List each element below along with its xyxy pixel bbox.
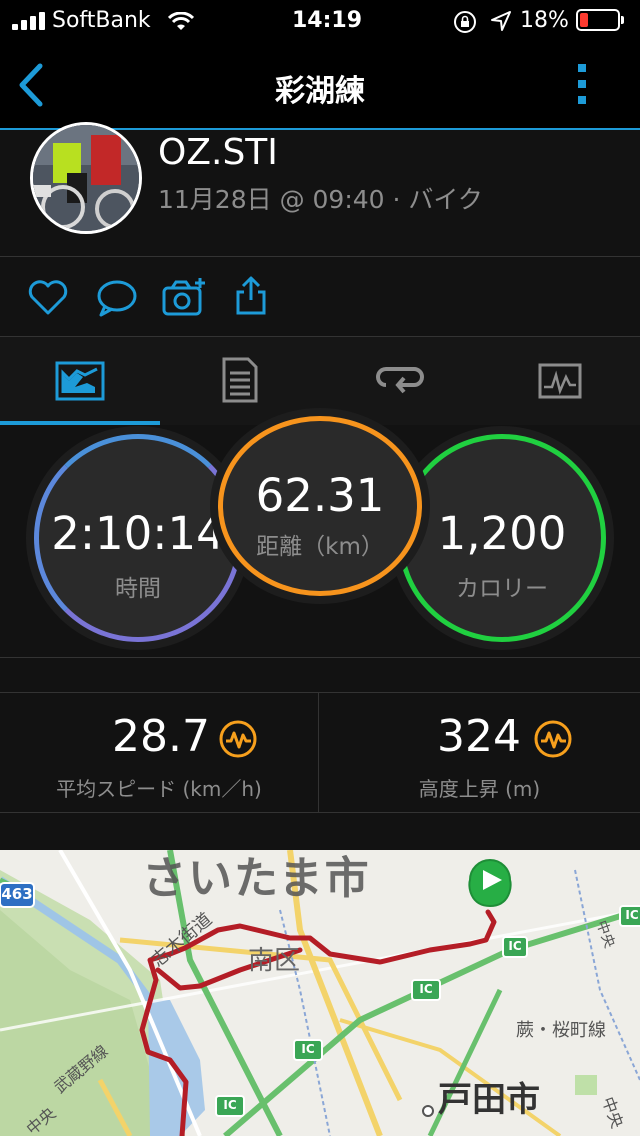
elevation-value: 324 xyxy=(437,711,521,762)
divider xyxy=(0,812,640,813)
avg-speed-stat: 28.7 平均スピード (km／h) xyxy=(0,693,318,813)
ic-marker: IC xyxy=(419,982,433,996)
ic-marker: IC xyxy=(301,1042,315,1056)
ic-marker: IC xyxy=(625,908,639,922)
page-title: 彩湖練 xyxy=(275,74,365,109)
distance-label: 距離（km） xyxy=(256,534,384,560)
nav-bar: 彩湖練 xyxy=(0,42,640,130)
avatar[interactable] xyxy=(30,122,142,234)
more-options-icon[interactable] xyxy=(576,62,590,108)
share-icon[interactable] xyxy=(234,274,268,316)
divider xyxy=(0,657,640,658)
map-label-district: 南区 xyxy=(248,946,301,976)
distance-stat: 62.31 距離（km） xyxy=(218,416,422,596)
overview-icon xyxy=(55,361,105,401)
divider xyxy=(0,256,640,257)
wifi-icon xyxy=(168,12,194,30)
location-arrow-icon xyxy=(491,11,511,31)
details-icon xyxy=(222,357,258,403)
camera-add-icon[interactable] xyxy=(162,276,206,316)
map-label-city2: 戸田市 xyxy=(438,1080,540,1120)
route-shield: 463 xyxy=(1,885,33,903)
battery-percent: 18% xyxy=(520,8,569,33)
avg-speed-value: 28.7 xyxy=(112,711,210,762)
rotation-lock-icon xyxy=(454,11,476,33)
tab-charts[interactable] xyxy=(480,337,640,425)
elevation-stat: 324 高度上昇 (m) xyxy=(319,693,640,813)
user-name[interactable]: OZ.STI xyxy=(158,132,278,173)
avg-speed-label: 平均スピード (km／h) xyxy=(56,777,262,801)
insight-icon[interactable] xyxy=(218,719,258,759)
signal-icon xyxy=(12,12,50,30)
activity-meta: 11月28日 @ 09:40 · バイク xyxy=(158,185,483,214)
calories-stat: 1,200 カロリー xyxy=(398,434,606,642)
ic-marker: IC xyxy=(508,939,522,953)
tab-overview[interactable] xyxy=(0,337,160,425)
calories-value: 1,200 xyxy=(437,507,567,560)
distance-value: 62.31 xyxy=(255,469,385,522)
carrier-label: SoftBank xyxy=(52,8,151,33)
time-stat: 2:10:14 時間 xyxy=(34,434,242,642)
tab-bar xyxy=(0,337,640,425)
status-bar: SoftBank 14:19 18% xyxy=(0,0,640,42)
time-value: 2:10:14 xyxy=(51,507,225,560)
insight-icon[interactable] xyxy=(533,719,573,759)
tab-details[interactable] xyxy=(160,337,320,425)
map-label-city: さいたま市 xyxy=(142,853,371,904)
map-label-road: 蕨・桜町線 xyxy=(516,1020,606,1041)
comment-icon[interactable] xyxy=(96,278,138,318)
laps-icon xyxy=(376,367,424,394)
battery-icon xyxy=(576,9,624,31)
chart-icon xyxy=(538,363,582,399)
ic-marker: IC xyxy=(223,1098,237,1112)
clock-time: 14:19 xyxy=(292,8,363,33)
heart-icon[interactable] xyxy=(28,280,68,316)
time-label: 時間 xyxy=(115,576,161,602)
route-map[interactable]: さいたま市 南区 戸田市 志木街道 武蔵野線 蕨・桜町線 中央 中央 中央 46… xyxy=(0,850,640,1136)
tab-laps[interactable] xyxy=(320,337,480,425)
elevation-label: 高度上昇 (m) xyxy=(418,777,541,801)
calories-label: カロリー xyxy=(456,576,548,602)
